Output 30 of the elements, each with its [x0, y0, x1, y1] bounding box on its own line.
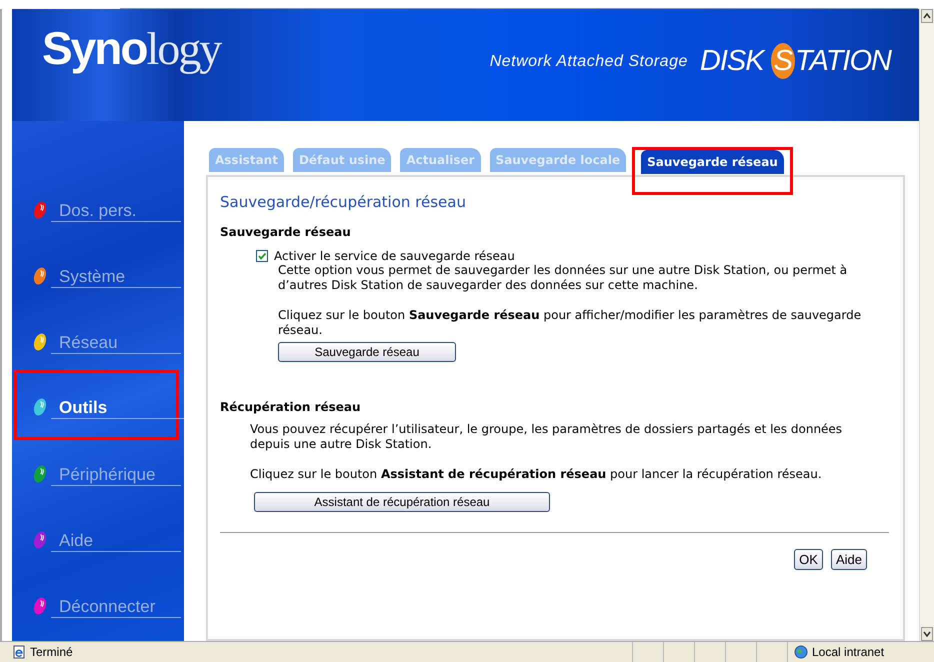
ok-button[interactable]: OK [794, 549, 823, 570]
checkbox-label: Activer le service de sauvegarde réseau [274, 249, 515, 263]
description: Cette option vous permet de sauvegarder les données sur une autre Disk Station, ou permet à d’autres Disk Station de sauvegarder des données sur cette machine. [278, 263, 848, 293]
checkbox[interactable] [256, 250, 268, 262]
page-icon [12, 645, 26, 659]
synology-logo: Synology [42, 25, 220, 72]
description: Vous pouvez récupérer l’utilisateur, le groupe, les paramètres de dossiers partagés et les données depuis une autre Disk Station. [250, 422, 844, 452]
tab[interactable]: Sauvegarde réseau [641, 150, 784, 174]
section-heading: Récupération réseau [220, 400, 362, 414]
sidebar-link[interactable]: Déconnecter [51, 597, 181, 618]
status-text: Terminé [30, 645, 73, 659]
backup-button[interactable]: Sauvegarde réseau [278, 342, 456, 362]
sidebar-link[interactable]: Périphérique [51, 465, 181, 486]
scrollbar[interactable] [919, 9, 934, 641]
help-button[interactable]: Aide [830, 549, 867, 570]
sidebar-link[interactable]: Système [51, 267, 181, 288]
section-heading: Sauvegarde réseau [220, 225, 352, 239]
instruction: Cliquez sur le bouton Sauvegarde réseau pour afficher/modifier les paramètres de sauvegarde réseau. [278, 308, 862, 338]
instruction: Cliquez sur le bouton Assistant de récupération réseau pour lancer la récupération réseau. [250, 467, 823, 482]
sidebar-link[interactable]: Dos. pers. [51, 201, 181, 222]
restore-wizard-button[interactable]: Assistant de récupération réseau [254, 492, 550, 512]
zone-text: Local intranet [812, 645, 884, 659]
globe-icon [794, 645, 808, 659]
tagline: Network Attached Storage [490, 52, 688, 70]
sidebar-link[interactable]: Réseau [51, 333, 181, 354]
product-logo: DISK STATION [700, 45, 891, 78]
scroll-down-icon[interactable] [921, 627, 933, 641]
panel-title: Sauvegarde/récupération réseau [220, 193, 467, 211]
sidebar-link[interactable]: Aide [51, 531, 181, 552]
scroll-up-icon[interactable] [921, 9, 933, 23]
